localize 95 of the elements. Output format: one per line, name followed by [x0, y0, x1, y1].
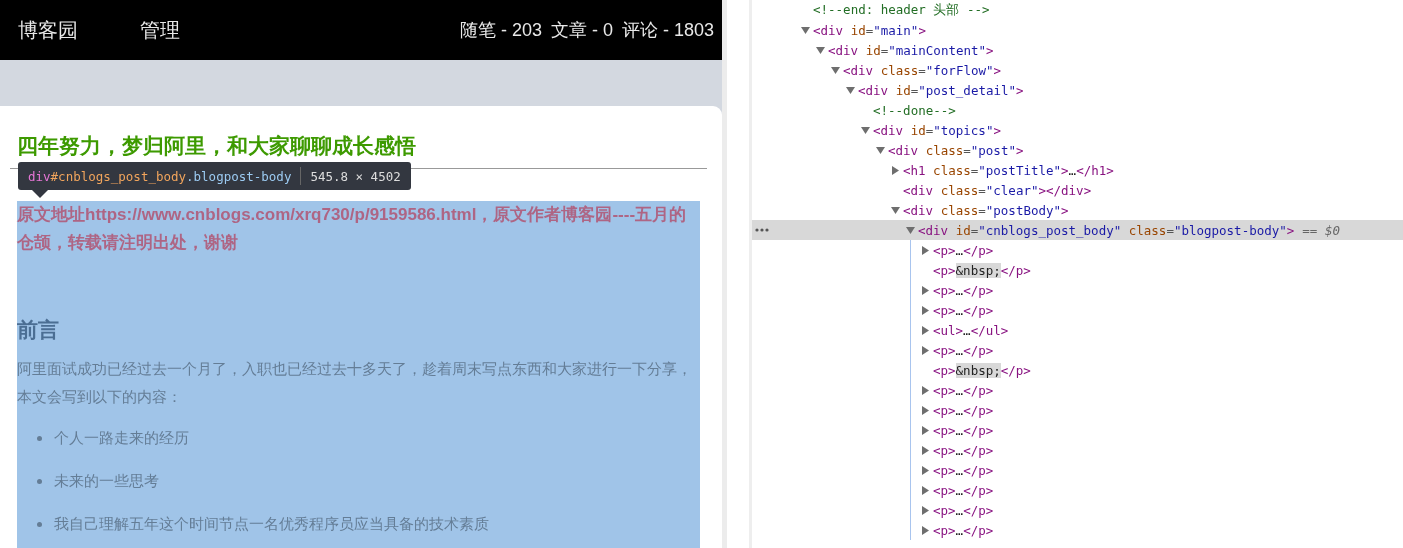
dom-node-row[interactable]: <div id="mainContent"> — [752, 40, 1403, 60]
blog-stat: 评论 - 1803 — [621, 19, 714, 42]
dom-node-row[interactable]: <div id="topics"> — [752, 120, 1403, 140]
dom-node-row[interactable]: <!--end: header 头部 --> — [752, 0, 1403, 20]
node-markup: <p>…</p> — [933, 522, 994, 538]
dom-node-row[interactable]: <p>…</p> — [911, 520, 1403, 540]
collapse-arrow-icon[interactable] — [921, 325, 930, 335]
expand-arrow-icon[interactable] — [906, 225, 915, 235]
node-markup: <div id="main"> — [813, 22, 926, 38]
node-markup: <p>…</p> — [933, 442, 994, 458]
node-markup: <p>…</p> — [933, 462, 994, 478]
dom-node-row[interactable]: <p>&nbsp;</p> — [911, 360, 1403, 380]
dom-node-row[interactable]: <p>…</p> — [911, 460, 1403, 480]
node-markup: <p>…</p> — [933, 422, 994, 438]
collapse-arrow-icon[interactable] — [921, 385, 930, 395]
node-markup: <p>…</p> — [933, 302, 994, 318]
collapse-arrow-icon[interactable] — [891, 165, 900, 175]
dom-node-row[interactable]: <div id="post_detail"> — [752, 80, 1403, 100]
dom-node-row[interactable]: <p>…</p> — [911, 440, 1403, 460]
node-markup: <p>…</p> — [933, 482, 994, 498]
node-markup: <!--end: header 头部 --> — [813, 1, 990, 19]
node-markup: <div class="forFlow"> — [843, 62, 1002, 78]
dom-node-row[interactable]: <p>…</p> — [911, 420, 1403, 440]
node-markup: <div class="post"> — [888, 142, 1024, 158]
expand-arrow-icon[interactable] — [816, 45, 825, 55]
node-markup: <div class="clear"></div> — [903, 182, 1092, 198]
dom-node-row[interactable]: <p>…</p> — [911, 480, 1403, 500]
node-markup: <p>…</p> — [933, 382, 994, 398]
intro-paragraph: 阿里面试成功已经过去一个月了，入职也已经过去十多天了，趁着周末写点东西和大家进行一下分享，本文会写到以下的内容： — [17, 359, 693, 407]
bullet-icon — [37, 522, 42, 527]
dom-node-row[interactable]: <h1 class="postTitle">…</h1> — [752, 160, 1403, 180]
section-heading: 前言 — [17, 317, 59, 343]
node-markup: <!--done--> — [873, 102, 956, 118]
collapse-arrow-icon[interactable] — [921, 305, 930, 315]
element-selector: div#cnblogs_post_body.blogpost-body — [28, 168, 292, 184]
node-markup: <div id="cnblogs_post_body" class="blogpost-body"> — [918, 222, 1295, 238]
collapse-arrow-icon[interactable] — [921, 405, 930, 415]
list-item-text: 个人一路走来的经历 — [54, 429, 189, 448]
dom-node-row[interactable]: <div class="clear"></div> — [752, 180, 1403, 200]
expand-arrow-icon[interactable] — [876, 145, 885, 155]
expand-arrow-icon[interactable] — [801, 25, 810, 35]
dom-node-row[interactable]: <p>…</p> — [911, 280, 1403, 300]
collapse-arrow-icon[interactable] — [921, 445, 930, 455]
source-note: 原文地址https://www.cnblogs.com/xrq730/p/9159586.html，原文作者博客园----五月的仓颉，转载请注明出处，谢谢 — [17, 204, 688, 254]
dom-node-row[interactable]: <!--done--> — [752, 100, 1403, 120]
list-item-text: 未来的一些思考 — [54, 472, 159, 491]
node-markup: <p>…</p> — [933, 282, 994, 298]
dom-node-row[interactable]: <ul>…</ul> — [911, 320, 1403, 340]
node-markup: <p>…</p> — [933, 402, 994, 418]
collapse-arrow-icon[interactable] — [921, 485, 930, 495]
post-title[interactable]: 四年努力，梦归阿里，和大家聊聊成长感悟 — [17, 128, 700, 164]
dom-node-row[interactable]: <p>…</p> — [911, 400, 1403, 420]
collapse-arrow-icon[interactable] — [921, 465, 930, 475]
node-markup: <p>&nbsp;</p> — [933, 362, 1031, 378]
node-markup: <div id="mainContent"> — [828, 42, 994, 58]
node-markup: <h1 class="postTitle">…</h1> — [903, 162, 1114, 178]
collapse-arrow-icon[interactable] — [921, 525, 930, 535]
node-markup: <p>&nbsp;</p> — [933, 262, 1031, 278]
dom-node-row[interactable]: <div class="postBody"> — [752, 200, 1403, 220]
node-markup: <ul>…</ul> — [933, 322, 1009, 338]
bullet-icon — [37, 436, 42, 441]
expand-arrow-icon[interactable] — [846, 85, 855, 95]
dom-node-row[interactable]: <div id="main"> — [752, 20, 1403, 40]
expand-arrow-icon[interactable] — [891, 205, 900, 215]
collapse-arrow-icon[interactable] — [921, 345, 930, 355]
nav-link[interactable]: 管理 — [140, 16, 460, 44]
dom-node-row[interactable]: <div class="post"> — [752, 140, 1403, 160]
node-markup: <div class="postBody"> — [903, 202, 1069, 218]
expand-arrow-icon[interactable] — [831, 65, 840, 75]
blog-stat: 文章 - 0 — [550, 19, 613, 42]
dom-node-row[interactable]: <p>…</p> — [911, 300, 1403, 320]
node-markup: <p>…</p> — [933, 242, 994, 258]
node-markup: <p>…</p> — [933, 502, 994, 518]
dom-node-row[interactable]: <p>…</p> — [911, 380, 1403, 400]
site-logo-link[interactable]: 博客园 — [18, 16, 78, 44]
expand-arrow-icon[interactable] — [861, 125, 870, 135]
dom-node-row[interactable]: <p>…</p> — [911, 500, 1403, 520]
node-markup: <div id="post_detail"> — [858, 82, 1024, 98]
more-icon[interactable] — [755, 228, 769, 232]
dom-node-row[interactable]: <p>&nbsp;</p> — [911, 260, 1403, 280]
element-size: 545.8 × 4502 — [310, 168, 401, 184]
collapse-arrow-icon[interactable] — [921, 505, 930, 515]
node-markup: <p>…</p> — [933, 342, 994, 358]
dom-node-row[interactable]: <p>…</p> — [911, 240, 1403, 260]
dom-node-row[interactable]: <div id="cnblogs_post_body" class="blogpost-body"> == $0 — [752, 220, 1403, 240]
dom-node-row[interactable]: <div class="forFlow"> — [752, 60, 1403, 80]
collapse-arrow-icon[interactable] — [921, 425, 930, 435]
collapse-arrow-icon[interactable] — [921, 245, 930, 255]
bullet-icon — [37, 479, 42, 484]
node-markup: <div id="topics"> — [873, 122, 1001, 138]
selected-node-marker: == $0 — [1302, 222, 1340, 238]
collapse-arrow-icon[interactable] — [921, 285, 930, 295]
dom-node-row[interactable]: <p>…</p> — [911, 340, 1403, 360]
blog-stat: 随笔 - 203 — [459, 19, 542, 42]
list-item-text: 我自己理解五年这个时间节点一名优秀程序员应当具备的技术素质 — [54, 515, 489, 534]
